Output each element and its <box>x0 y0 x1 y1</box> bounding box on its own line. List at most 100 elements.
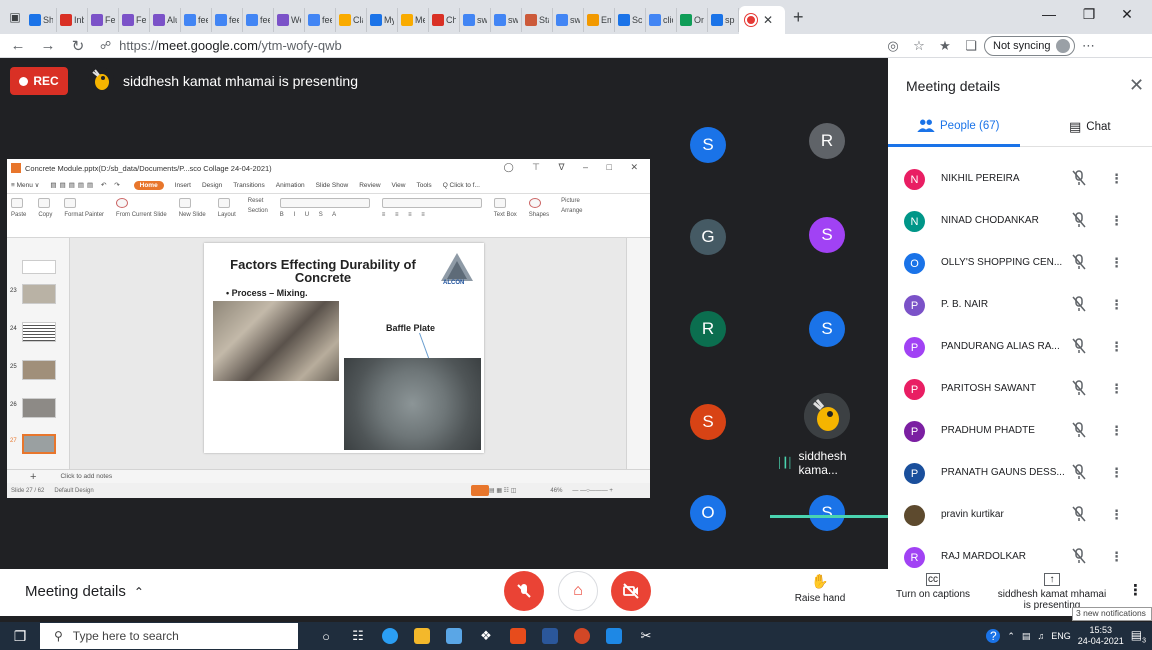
browser-tab[interactable]: Me <box>398 8 429 32</box>
browser-tab[interactable]: Scr <box>615 8 646 32</box>
camera-off-button[interactable] <box>611 571 651 611</box>
browser-tab[interactable]: spi <box>708 8 739 32</box>
more-options-icon[interactable]: ⋮ <box>1110 339 1123 355</box>
tab-people[interactable]: People (67) <box>917 119 999 132</box>
more-options-icon[interactable]: ⋮ <box>1110 171 1123 187</box>
raise-hand-button[interactable]: ✋ Raise hand <box>788 573 852 604</box>
windows-start-button[interactable]: ❐ <box>0 622 40 650</box>
more-options-icon[interactable]: ⋮ <box>1110 255 1123 271</box>
browser-tab[interactable]: My <box>367 8 398 32</box>
meeting-details-button[interactable]: Meeting details ⌃ <box>25 583 144 600</box>
minimize-button[interactable]: — <box>1034 6 1064 22</box>
help-icon[interactable]: ? <box>986 629 1001 643</box>
participant-avatar[interactable]: S <box>809 311 845 347</box>
tab-active-meet[interactable]: ✕ <box>739 6 785 34</box>
clock[interactable]: 15:53 24-04-2021 <box>1078 625 1124 647</box>
participant-avatar[interactable]: O <box>690 495 726 531</box>
participant-row[interactable]: P P. B. NAIR ⋮ <box>888 284 1152 326</box>
tab-chat[interactable]: ▤ Chat <box>1069 119 1111 135</box>
powerpoint-icon[interactable] <box>566 622 598 650</box>
participant-avatar[interactable]: S <box>690 404 726 440</box>
browser-tab[interactable]: Ch <box>429 8 460 32</box>
participant-row[interactable]: pravin kurtikar ⋮ <box>888 494 1152 536</box>
action-center-icon[interactable]: ▤3 <box>1131 628 1146 644</box>
participant-avatar[interactable]: R <box>809 123 845 159</box>
browser-tab[interactable]: fee <box>305 8 336 32</box>
browser-tab[interactable]: clic <box>646 8 677 32</box>
participant-row[interactable]: P PRADHUM PHADTE ⋮ <box>888 410 1152 452</box>
leave-call-button[interactable]: ⌂ <box>558 571 598 611</box>
browser-tab[interactable]: Cla <box>336 8 367 32</box>
power-automate-icon[interactable]: ❖ <box>470 622 502 650</box>
more-options-icon[interactable]: ⋮ <box>1110 423 1123 439</box>
browser-tab[interactable]: fee <box>212 8 243 32</box>
participant-row[interactable]: N NIKHIL PEREIRA ⋮ <box>888 158 1152 200</box>
window-close-button[interactable]: ✕ <box>1112 6 1142 23</box>
mic-off-button[interactable] <box>504 571 544 611</box>
address-bar[interactable]: ☍ https://meet.google.com/ytm-wofy-qwb <box>100 35 880 57</box>
participant-row[interactable]: N NINAD CHODANKAR ⋮ <box>888 200 1152 242</box>
language-indicator[interactable]: ENG <box>1051 631 1071 641</box>
more-options-icon[interactable]: ⋮ <box>1110 381 1123 397</box>
browser-tab[interactable]: Alu <box>150 8 181 32</box>
file-explorer-icon[interactable] <box>406 622 438 650</box>
maximize-button[interactable]: ❐ <box>1074 6 1104 23</box>
word-icon[interactable] <box>534 622 566 650</box>
more-options-icon[interactable]: ⋯ <box>1075 38 1101 54</box>
edge-icon[interactable] <box>374 622 406 650</box>
reload-button[interactable]: ↻ <box>66 37 90 55</box>
forward-button[interactable]: → <box>36 37 60 54</box>
browser-tab[interactable]: Fee <box>88 8 119 32</box>
favorites-icon[interactable]: ★ <box>932 38 958 54</box>
cortana-icon[interactable]: ○ <box>310 622 342 650</box>
participant-row[interactable]: P PANDURANG ALIAS RA... ⋮ <box>888 326 1152 368</box>
browser-tab[interactable]: fee <box>243 8 274 32</box>
camera-permission-icon[interactable]: ◎ <box>880 38 906 54</box>
tray-expand-icon[interactable]: ⌃ <box>1007 631 1015 642</box>
more-options-icon[interactable]: ⋮ <box>1110 549 1123 565</box>
browser-tab[interactable]: We <box>274 8 305 32</box>
participant-row[interactable]: P PRANATH GAUNS DESS... ⋮ <box>888 452 1152 494</box>
tab-actions-icon[interactable]: ▣ <box>4 6 26 28</box>
browser-tab[interactable]: sw <box>491 8 522 32</box>
browser-tab[interactable]: Sta <box>522 8 553 32</box>
browser-tab[interactable]: Inb <box>57 8 88 32</box>
browser-tab[interactable]: fee <box>181 8 212 32</box>
more-options-icon[interactable]: ⋮ <box>1128 581 1143 599</box>
more-options-icon[interactable]: ⋮ <box>1110 465 1123 481</box>
more-options-icon[interactable]: ⋮ <box>1110 213 1123 229</box>
presenting-button[interactable]: ↑ siddhesh kamat mhamai is presenting <box>993 573 1111 611</box>
office-icon[interactable] <box>502 622 534 650</box>
participant-avatar[interactable]: R <box>690 311 726 347</box>
participant-avatar[interactable]: S <box>690 127 726 163</box>
participant-row[interactable]: O OLLY'S SHOPPING CEN... ⋮ <box>888 242 1152 284</box>
back-button[interactable]: ← <box>6 37 30 54</box>
profile-sync-button[interactable]: Not syncing <box>984 35 1076 56</box>
browser-tab[interactable]: Sh <box>26 8 57 32</box>
volume-icon[interactable]: ♫ <box>1037 631 1044 641</box>
new-tab-button[interactable]: + <box>793 7 813 28</box>
close-icon[interactable]: ✕ <box>763 13 773 27</box>
task-view-icon[interactable]: ☷ <box>342 622 374 650</box>
more-options-icon[interactable]: ⋮ <box>1110 507 1123 523</box>
browser-tab[interactable]: On <box>677 8 708 32</box>
snipping-tool-icon[interactable]: ✂ <box>630 622 662 650</box>
browser-tab[interactable]: sw <box>460 8 491 32</box>
close-panel-button[interactable]: ✕ <box>1129 75 1144 96</box>
more-options-icon[interactable]: ⋮ <box>1110 297 1123 313</box>
participant-row[interactable]: R RAJ MARDOLKAR ⋮ <box>888 536 1152 569</box>
browser-tab[interactable]: Em <box>584 8 615 32</box>
participant-row[interactable]: P PARITOSH SAWANT ⋮ <box>888 368 1152 410</box>
notification-toast[interactable]: 3 new notifications <box>1072 607 1152 621</box>
taskbar-search[interactable]: ⚲ Type here to search <box>40 623 298 649</box>
favorite-star-icon[interactable]: ☆ <box>906 38 932 54</box>
browser-tab[interactable]: sw <box>553 8 584 32</box>
mail-icon[interactable] <box>438 622 470 650</box>
participant-avatar[interactable]: G <box>690 219 726 255</box>
network-icon[interactable]: ▤ <box>1022 631 1031 642</box>
captions-button[interactable]: cc Turn on captions <box>888 573 978 600</box>
collections-icon[interactable]: ❏ <box>958 38 984 54</box>
participant-avatar[interactable]: S <box>809 217 845 253</box>
photos-icon[interactable] <box>598 622 630 650</box>
browser-tab[interactable]: Fee <box>119 8 150 32</box>
